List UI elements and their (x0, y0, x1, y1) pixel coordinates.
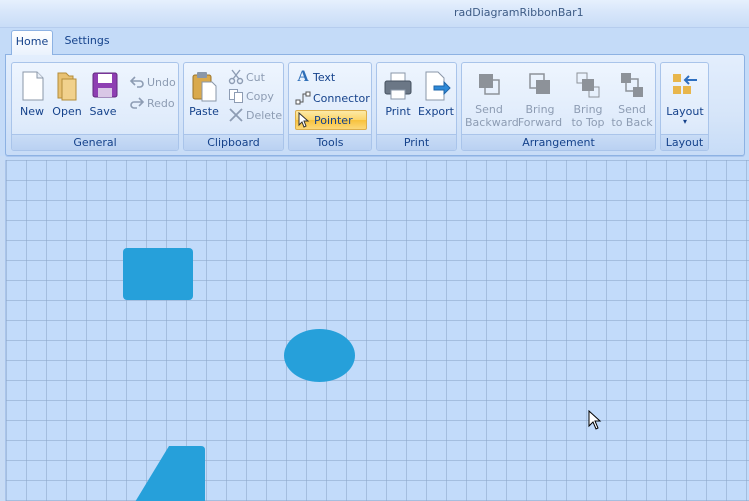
pointer-tool-label: Pointer (314, 114, 353, 127)
send-to-back-button[interactable]: Send to Back (610, 66, 654, 129)
group-label-layout: Layout (661, 134, 708, 150)
group-label-tools: Tools (289, 134, 371, 150)
redo-arrow-icon (129, 95, 145, 111)
text-tool-button[interactable]: A Text (295, 68, 367, 88)
redo-label: Redo (147, 97, 175, 110)
save-label: Save (89, 105, 117, 118)
redo-button[interactable]: Redo (129, 94, 175, 114)
save-button[interactable]: Save (88, 66, 118, 128)
connector-tool-label: Connector (313, 92, 370, 105)
print-button[interactable]: Print (380, 66, 416, 128)
new-button[interactable]: New (17, 66, 47, 128)
new-document-icon (17, 70, 49, 102)
bring-to-top-label-line2: to Top (571, 116, 605, 129)
group-label-general: General (12, 134, 178, 150)
tab-settings[interactable]: Settings (58, 30, 116, 55)
paste-label: Paste (189, 105, 219, 118)
connector-icon (295, 90, 311, 106)
diagram-canvas[interactable] (5, 160, 749, 501)
tab-home[interactable]: Home (11, 30, 53, 55)
pointer-arrow-icon (296, 111, 312, 128)
connector-tool-button[interactable]: Connector (295, 89, 370, 109)
layout-icon (669, 70, 701, 102)
print-label: Print (385, 105, 411, 118)
export-button[interactable]: Export (417, 66, 455, 128)
window-title: radDiagramRibbonBar1 (454, 6, 584, 19)
copy-label: Copy (246, 90, 274, 103)
text-tool-label: Text (313, 71, 336, 84)
export-document-icon (420, 70, 452, 102)
send-backward-label-line1: Send (475, 103, 503, 116)
mouse-cursor-icon (588, 410, 602, 430)
open-folder-icon (51, 70, 83, 102)
delete-button[interactable]: Delete (228, 106, 282, 126)
ribbon-tab-strip: Home Settings (0, 28, 749, 55)
send-backward-button[interactable]: Send Backward (465, 66, 519, 129)
send-to-back-label-line2: to Back (611, 116, 653, 129)
copy-button[interactable]: Copy (228, 87, 274, 107)
clipboard-paste-icon (188, 70, 220, 102)
group-label-arrangement: Arrangement (462, 134, 655, 150)
open-button[interactable]: Open (51, 66, 83, 128)
diagram-shape-ellipse[interactable] (284, 329, 355, 382)
layout-dropdown-button[interactable]: Layout ▾ (663, 66, 707, 128)
diagram-shape-parallelogram[interactable] (135, 446, 207, 501)
undo-arrow-icon (129, 74, 145, 90)
cut-button[interactable]: Cut (228, 68, 265, 88)
diagram-shape-rectangle[interactable] (123, 248, 193, 300)
bring-forward-button[interactable]: Bring Forward (516, 66, 564, 129)
group-layout: Layout ▾ Layout (660, 62, 709, 151)
bring-to-top-button[interactable]: Bring to Top (567, 66, 609, 129)
group-label-print: Print (377, 134, 456, 150)
delete-label: Delete (246, 109, 283, 122)
text-a-icon: A (297, 68, 309, 85)
group-print: Print Export Print (376, 62, 457, 151)
title-bar: radDiagramRibbonBar1 (0, 0, 749, 28)
bring-to-top-icon (572, 70, 604, 102)
group-clipboard: Paste Cut Copy Delete Clipboard (183, 62, 284, 151)
bring-forward-label-line1: Bring (525, 103, 555, 116)
group-arrangement: Send Backward Bring Forward Bring to Top… (461, 62, 656, 151)
cut-label: Cut (246, 71, 265, 84)
send-to-back-label-line1: Send (618, 103, 646, 116)
send-backward-label-line2: Backward (465, 116, 519, 129)
group-general: New Open Save Undo Redo General (11, 62, 179, 151)
ribbon-panel: New Open Save Undo Redo General Paste Cu… (5, 54, 745, 156)
export-label: Export (417, 105, 454, 118)
bring-forward-icon (524, 70, 556, 102)
send-backward-icon (473, 70, 505, 102)
send-to-back-icon (616, 70, 648, 102)
undo-button[interactable]: Undo (129, 73, 176, 93)
bring-to-top-label-line1: Bring (573, 103, 603, 116)
chevron-down-icon: ▾ (682, 117, 687, 126)
delete-x-icon (228, 107, 244, 123)
bring-forward-label-line2: Forward (517, 116, 563, 129)
copy-pages-icon (228, 88, 244, 104)
floppy-disk-icon (88, 70, 120, 102)
printer-icon (382, 70, 414, 102)
new-label: New (20, 105, 44, 118)
open-label: Open (52, 105, 82, 118)
paste-button[interactable]: Paste (187, 66, 221, 128)
undo-label: Undo (147, 76, 176, 89)
pointer-tool-button[interactable]: Pointer (295, 110, 367, 130)
group-label-clipboard: Clipboard (184, 134, 283, 150)
group-tools: A Text Connector Pointer Tools (288, 62, 372, 151)
scissors-icon (228, 69, 244, 85)
